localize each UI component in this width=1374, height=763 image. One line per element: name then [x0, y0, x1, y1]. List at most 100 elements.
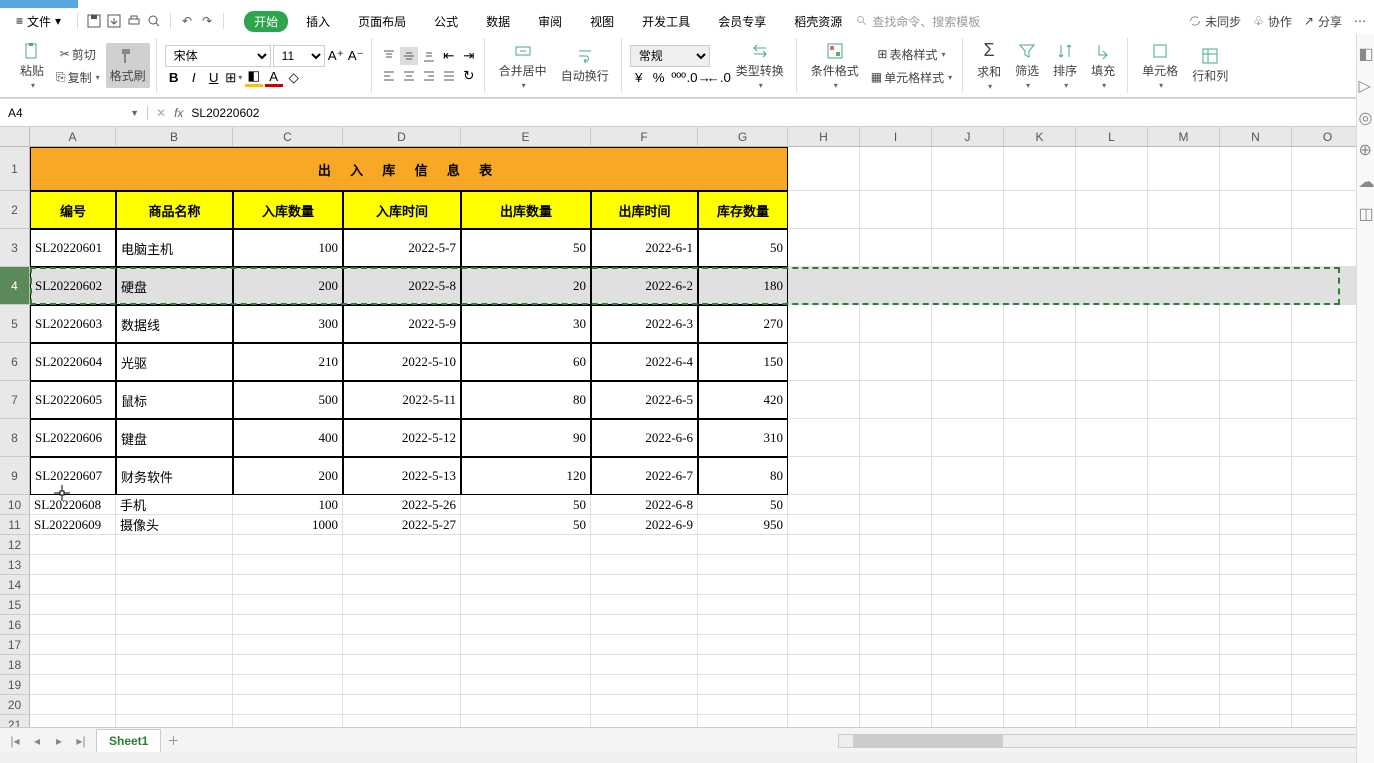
column-header[interactable]: O — [1292, 127, 1364, 146]
cell[interactable] — [461, 555, 591, 575]
cell[interactable] — [932, 343, 1004, 381]
cell[interactable] — [1148, 655, 1220, 675]
cell[interactable] — [1148, 595, 1220, 615]
cell[interactable] — [1220, 343, 1292, 381]
cell[interactable] — [1148, 343, 1220, 381]
cell[interactable] — [932, 515, 1004, 535]
cell[interactable]: 150 — [698, 343, 788, 381]
cell[interactable] — [1004, 615, 1076, 635]
cell[interactable]: SL20220602 — [30, 267, 116, 305]
add-sheet-icon[interactable]: ＋ — [167, 732, 179, 749]
cell[interactable] — [698, 575, 788, 595]
sum-button[interactable]: Σ求和▾ — [971, 38, 1007, 93]
cell[interactable] — [1004, 555, 1076, 575]
cell[interactable] — [860, 675, 932, 695]
cell[interactable] — [1004, 695, 1076, 715]
cell[interactable]: 编号 — [30, 191, 116, 229]
cell[interactable] — [233, 715, 343, 727]
cell[interactable]: 摄像头 — [116, 515, 233, 535]
row-header[interactable]: 13 — [0, 555, 30, 575]
cell[interactable] — [233, 595, 343, 615]
cell[interactable]: 310 — [698, 419, 788, 457]
cell[interactable] — [1004, 515, 1076, 535]
cell[interactable] — [932, 267, 1004, 305]
row-header[interactable]: 14 — [0, 575, 30, 595]
cell[interactable]: 950 — [698, 515, 788, 535]
cell[interactable]: 2022-6-4 — [591, 343, 698, 381]
cell[interactable] — [1220, 419, 1292, 457]
border-button[interactable]: ⊞▾ — [225, 69, 243, 87]
cell[interactable] — [1220, 267, 1292, 305]
spreadsheet-grid[interactable]: ABCDEFGHIJKLMNO 1出 入 库 信 息 表2编号商品名称入库数量入… — [0, 127, 1374, 727]
cell[interactable]: 50 — [698, 495, 788, 515]
cell[interactable] — [1076, 535, 1148, 555]
indent-increase-icon[interactable]: ⇥ — [460, 47, 478, 65]
cell[interactable] — [698, 655, 788, 675]
cell[interactable]: 2022-5-26 — [343, 495, 461, 515]
cell[interactable] — [1292, 695, 1364, 715]
cut-button[interactable]: ✂ 剪切 — [52, 44, 104, 65]
row-header[interactable]: 21 — [0, 715, 30, 727]
cell[interactable] — [1292, 457, 1364, 495]
collab-button[interactable]: ♧ 协作 — [1253, 13, 1292, 30]
cell[interactable] — [1148, 675, 1220, 695]
cell[interactable]: 库存数量 — [698, 191, 788, 229]
cell[interactable]: 2022-5-9 — [343, 305, 461, 343]
align-middle-icon[interactable] — [400, 47, 418, 65]
cell[interactable]: 硬盘 — [116, 267, 233, 305]
horizontal-scrollbar[interactable] — [838, 734, 1368, 748]
cell[interactable] — [788, 615, 860, 635]
redo-icon[interactable]: ↷ — [199, 13, 215, 29]
cell[interactable] — [591, 535, 698, 555]
cell[interactable] — [1004, 457, 1076, 495]
name-box[interactable]: A4▼ — [0, 106, 148, 120]
cell[interactable] — [1292, 555, 1364, 575]
cell[interactable]: 100 — [233, 229, 343, 267]
save-icon[interactable] — [86, 13, 102, 29]
cell[interactable]: 2022-6-6 — [591, 419, 698, 457]
copy-button[interactable]: ⎘ 复制▾ — [52, 67, 104, 88]
increase-font-icon[interactable]: A⁺ — [327, 47, 345, 65]
sheet-tab[interactable]: Sheet1 — [96, 729, 161, 752]
last-sheet-icon[interactable]: ▸| — [72, 732, 90, 750]
cell[interactable] — [860, 635, 932, 655]
cell[interactable] — [591, 615, 698, 635]
cell[interactable] — [1148, 575, 1220, 595]
cell[interactable]: 120 — [461, 457, 591, 495]
cell[interactable]: 180 — [698, 267, 788, 305]
select-all-corner[interactable] — [0, 127, 30, 146]
prev-sheet-icon[interactable]: ◂ — [28, 732, 46, 750]
sidepane-icon[interactable]: ◎ — [1359, 108, 1373, 122]
cell[interactable] — [30, 635, 116, 655]
tab-insert[interactable]: 插入 — [296, 11, 340, 32]
cell[interactable] — [932, 381, 1004, 419]
number-format-select[interactable]: 常规 — [630, 45, 710, 67]
cell[interactable] — [932, 191, 1004, 229]
cell[interactable] — [1004, 655, 1076, 675]
tab-dev[interactable]: 开发工具 — [632, 11, 700, 32]
cell[interactable]: 光驱 — [116, 343, 233, 381]
sidepane-icon[interactable]: ⊕ — [1359, 140, 1373, 154]
cell[interactable] — [233, 675, 343, 695]
cell[interactable]: 100 — [233, 495, 343, 515]
cell[interactable] — [698, 555, 788, 575]
tab-start[interactable]: 开始 — [244, 11, 288, 32]
cell[interactable] — [461, 715, 591, 727]
cell[interactable] — [1148, 419, 1220, 457]
cell[interactable] — [698, 535, 788, 555]
row-header[interactable]: 6 — [0, 343, 30, 381]
cell[interactable]: 2022-6-1 — [591, 229, 698, 267]
row-header[interactable]: 11 — [0, 515, 30, 535]
cell[interactable] — [1148, 615, 1220, 635]
cell[interactable] — [1292, 595, 1364, 615]
cell[interactable] — [1220, 457, 1292, 495]
cell[interactable] — [1220, 229, 1292, 267]
cell[interactable] — [1076, 655, 1148, 675]
cell[interactable] — [30, 535, 116, 555]
row-header[interactable]: 4 — [0, 267, 30, 305]
row-header[interactable]: 18 — [0, 655, 30, 675]
cell[interactable] — [116, 635, 233, 655]
cell[interactable] — [860, 515, 932, 535]
cell[interactable] — [1076, 343, 1148, 381]
cell[interactable] — [788, 267, 860, 305]
